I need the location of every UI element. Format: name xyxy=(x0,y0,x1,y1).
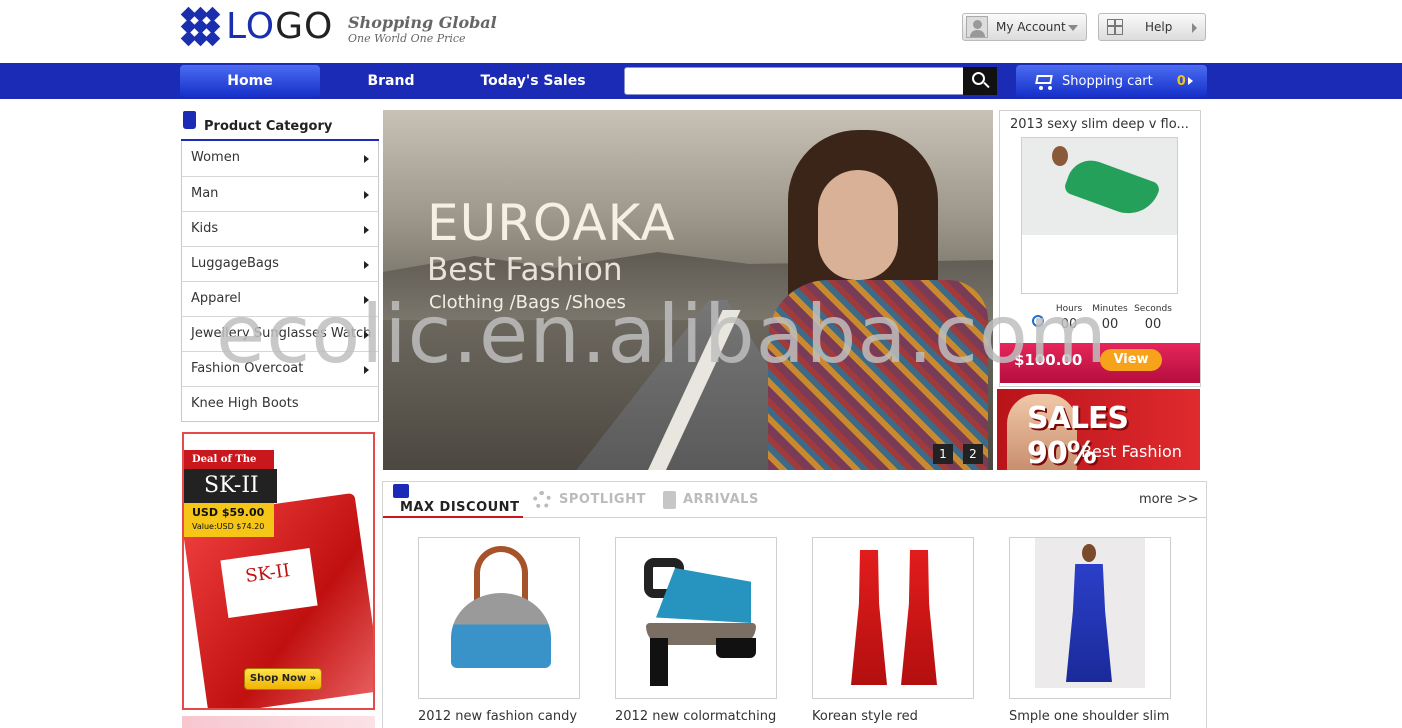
flash-deal-image[interactable] xyxy=(1021,137,1178,294)
deal-value: Value:USD $74.20 xyxy=(192,522,265,531)
product-image[interactable] xyxy=(1009,537,1171,699)
seconds-value: 00 xyxy=(1144,317,1162,332)
hero-banner[interactable]: EUROAKA Best Fashion Clothing /Bags /Sho… xyxy=(383,110,993,470)
product-name[interactable]: 2012 new colormatching xyxy=(615,709,785,724)
category-item-jewellery[interactable]: Jewellery Sunglasses Watch xyxy=(182,316,378,351)
help-label: Help xyxy=(1145,20,1173,34)
product-card[interactable]: Smple one shoulder slim xyxy=(1009,537,1171,724)
seconds-label: Seconds xyxy=(1134,304,1172,314)
nav-todays-sales[interactable]: Today's Sales xyxy=(470,65,596,97)
arrow-right-icon xyxy=(364,155,369,163)
shop-now-button[interactable]: Shop Now » xyxy=(244,668,322,690)
search-button[interactable] xyxy=(963,67,997,95)
minutes-value: 00 xyxy=(1101,317,1119,332)
cart-label: Shopping cart xyxy=(1062,73,1153,89)
product-name[interactable]: Smple one shoulder slim xyxy=(1009,709,1179,724)
my-account-button[interactable]: My Account xyxy=(962,13,1087,41)
product-image[interactable] xyxy=(615,537,777,699)
product-image[interactable] xyxy=(812,537,974,699)
pack-label: SK-II xyxy=(220,548,318,618)
gift-icon xyxy=(1107,19,1123,35)
site-logo[interactable]: LOGO xyxy=(180,6,334,47)
slogan-main: Shopping Global xyxy=(348,13,497,32)
product-tabs-section: MAX DISCOUNT SPOTLIGHT ARRIVALS more >> … xyxy=(382,481,1207,728)
tab-bar: MAX DISCOUNT SPOTLIGHT ARRIVALS more >> xyxy=(383,482,1206,518)
category-list: Women Man Kids LuggageBags Apparel Jewel… xyxy=(181,141,379,422)
product-name[interactable]: Korean style red xyxy=(812,709,982,724)
chevron-right-icon xyxy=(1188,77,1193,85)
bag-icon xyxy=(663,491,676,509)
banner-subline: Best Fashion xyxy=(427,252,623,288)
slide-dot-1[interactable]: 1 xyxy=(933,444,953,464)
tab-spotlight[interactable]: SPOTLIGHT xyxy=(533,491,646,509)
logo-text: LOGO xyxy=(226,6,334,47)
flash-deal-title[interactable]: 2013 sexy slim deep v flo... xyxy=(1010,117,1194,132)
user-avatar-icon xyxy=(966,16,988,38)
slogan: Shopping Global One World One Price xyxy=(348,14,497,46)
deal-tag: Deal of The Day xyxy=(184,450,274,484)
chevron-right-icon xyxy=(1192,23,1197,33)
arrow-right-icon xyxy=(364,226,369,234)
hours-value: 00 xyxy=(1060,317,1078,332)
deal-of-the-day[interactable]: SK-II Deal of The Day SK-II USD $59.00 V… xyxy=(182,432,375,710)
deal-price-box: USD $59.00 Value:USD $74.20 xyxy=(184,503,274,537)
hours-label: Hours xyxy=(1055,304,1083,314)
deal-brand: SK-II xyxy=(184,469,277,503)
category-item-apparel[interactable]: Apparel xyxy=(182,281,378,316)
view-button[interactable]: View xyxy=(1100,349,1162,371)
model-image xyxy=(768,130,988,470)
tab-max-discount[interactable]: MAX DISCOUNT xyxy=(383,482,523,518)
category-item-kids[interactable]: Kids xyxy=(182,211,378,246)
search-input[interactable] xyxy=(624,67,964,95)
category-item-luggagebags[interactable]: LuggageBags xyxy=(182,246,378,281)
product-card[interactable]: Korean style red xyxy=(812,537,974,724)
deal-price: USD $59.00 xyxy=(192,506,265,519)
bag-icon xyxy=(183,111,196,129)
category-item-fashion-overcoat[interactable]: Fashion Overcoat xyxy=(182,351,378,386)
banner-headline: EUROAKA xyxy=(427,194,676,252)
tab-arrivals[interactable]: ARRIVALS xyxy=(663,491,759,509)
nav-home[interactable]: Home xyxy=(180,65,320,97)
main-nav: Home Brand Today's Sales Shopping cart 0 xyxy=(0,63,1402,99)
banner-categories: Clothing /Bags /Shoes xyxy=(429,292,626,313)
category-header: Product Category xyxy=(181,109,379,141)
category-item-women[interactable]: Women xyxy=(182,141,378,176)
product-name[interactable]: 2012 new fashion candy xyxy=(418,709,588,724)
product-card[interactable]: 2012 new fashion candy xyxy=(418,537,580,724)
shopping-cart-button[interactable]: Shopping cart 0 xyxy=(1016,65,1207,97)
slogan-sub: One World One Price xyxy=(348,32,466,45)
category-item-man[interactable]: Man xyxy=(182,176,378,211)
cart-icon xyxy=(1032,72,1054,90)
slide-dot-2[interactable]: 2 xyxy=(963,444,983,464)
arrow-right-icon xyxy=(364,331,369,339)
arrow-right-icon xyxy=(364,366,369,374)
category-title: Product Category xyxy=(204,119,333,134)
sales-banner[interactable]: SALES 90% Best Fashion xyxy=(997,389,1200,470)
nav-brand[interactable]: Brand xyxy=(350,65,432,97)
tag-icon xyxy=(393,484,409,498)
more-link[interactable]: more >> xyxy=(1139,492,1199,507)
next-promo-strip[interactable] xyxy=(182,716,375,728)
flash-deal-price-bar: $100.00 View xyxy=(1000,343,1200,383)
flash-deal-price: $100.00 xyxy=(1014,351,1083,369)
sales-sub: Best Fashion xyxy=(1081,442,1182,461)
flash-deal-card[interactable]: 2013 sexy slim deep v flo... Hours Minut… xyxy=(999,110,1201,387)
arrow-right-icon xyxy=(364,296,369,304)
my-account-label: My Account xyxy=(996,20,1066,34)
arrow-right-icon xyxy=(364,191,369,199)
cart-count-badge: 0 xyxy=(1176,73,1186,89)
logo-diamond-icon xyxy=(180,6,221,47)
product-card[interactable]: 2012 new colormatching xyxy=(615,537,777,724)
gear-icon xyxy=(533,491,551,509)
help-button[interactable]: Help xyxy=(1098,13,1206,41)
minutes-label: Minutes xyxy=(1092,304,1128,314)
clock-icon xyxy=(1032,315,1044,327)
page: LOGO Shopping Global One World One Price… xyxy=(0,0,1402,728)
chevron-down-icon xyxy=(1068,25,1078,31)
product-image[interactable] xyxy=(418,537,580,699)
arrow-right-icon xyxy=(364,261,369,269)
category-item-knee-high-boots[interactable]: Knee High Boots xyxy=(182,386,378,421)
